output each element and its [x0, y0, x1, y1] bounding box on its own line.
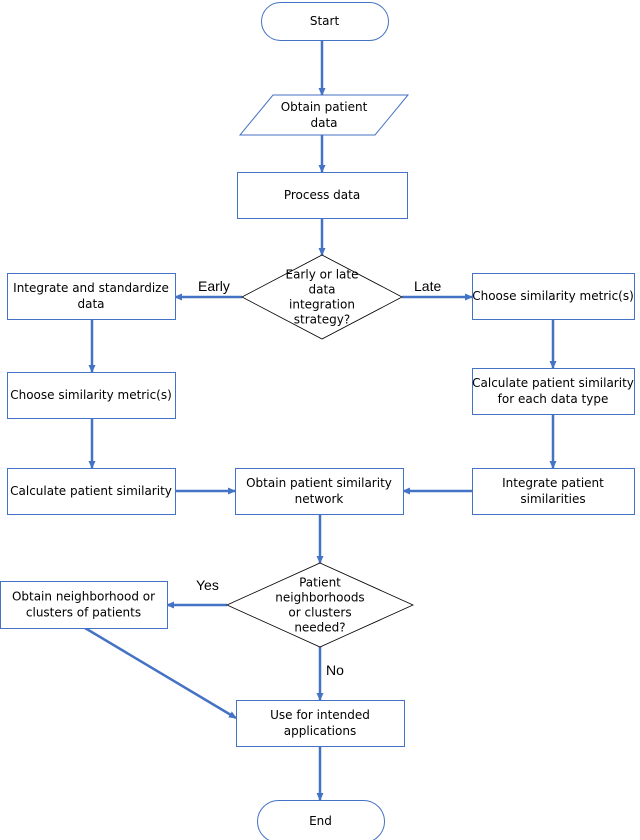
node-network: Obtain patient similarity network — [235, 468, 404, 515]
node-label: clusters of patients — [26, 606, 141, 620]
node-label: Obtain neighborhood or — [12, 590, 155, 604]
node-label: Integrate patient — [502, 476, 604, 490]
node-calc-right: Calculate patient similarity for each dat… — [472, 368, 635, 415]
arrow-clusters-to-use — [84, 626, 237, 720]
node-label: Patient — [299, 576, 341, 590]
node-label: Start — [310, 14, 340, 28]
node-clusters: Obtain neighborhood or clusters of patien… — [0, 581, 168, 629]
node-label: Early or late — [286, 268, 359, 282]
node-label: Use for intended — [270, 708, 370, 722]
node-label: End — [309, 814, 332, 828]
node-process-data: Process data — [237, 172, 408, 219]
node-label: Integrate and standardize — [13, 281, 169, 295]
node-label: data — [77, 297, 104, 311]
node-label: similarities — [520, 492, 585, 506]
edge-label-no: No — [326, 662, 344, 678]
node-label: integration — [289, 298, 355, 312]
node-label: applications — [284, 724, 356, 738]
node-label: or clusters — [288, 606, 351, 620]
node-label: neighborhoods — [275, 591, 364, 605]
node-label: data — [308, 283, 335, 297]
node-label: Obtain patient similarity — [246, 476, 392, 490]
node-label: network — [295, 492, 344, 506]
edge-label-yes: Yes — [196, 577, 219, 593]
nodes-layer: Start Obtain patient data Process data Early… — [0, 2, 635, 840]
node-choose-right: Choose similarity metric(s) — [472, 273, 635, 320]
node-strategy: Early or latedataintegrationstrategy? — [241, 254, 403, 340]
node-needed: Patientneighborhoodsor clustersneeded? — [226, 562, 414, 648]
node-integrate-sim: Integrate patient similarities — [472, 468, 635, 515]
node-label: Obtain patient — [281, 100, 368, 114]
node-label: Choose similarity metric(s) — [472, 289, 634, 303]
node-integrate-std: Integrate and standardize data — [7, 273, 176, 320]
edge-label-early: Early — [198, 278, 230, 294]
node-obtain-data: Obtain patient data — [238, 94, 410, 136]
node-label: Choose similarity metric(s) — [10, 388, 172, 402]
node-label: for each data type — [498, 392, 609, 406]
node-label: Calculate patient similarity — [472, 376, 634, 390]
flowchart: Start Obtain patient data Process data Early… — [0, 2, 635, 840]
node-label: needed? — [294, 621, 345, 635]
node-label: strategy? — [294, 313, 350, 327]
node-start: Start — [261, 2, 389, 41]
edges-layer — [84, 40, 557, 801]
node-choose-left: Choose similarity metric(s) — [7, 372, 176, 419]
edge-label-late: Late — [414, 278, 441, 294]
node-label: data — [310, 116, 337, 130]
node-calc-left: Calculate patient similarity — [7, 468, 176, 515]
node-use: Use for intended applications — [236, 700, 405, 747]
node-end: End — [257, 800, 385, 840]
node-label: Calculate patient similarity — [10, 484, 172, 498]
node-label: Process data — [284, 188, 360, 202]
